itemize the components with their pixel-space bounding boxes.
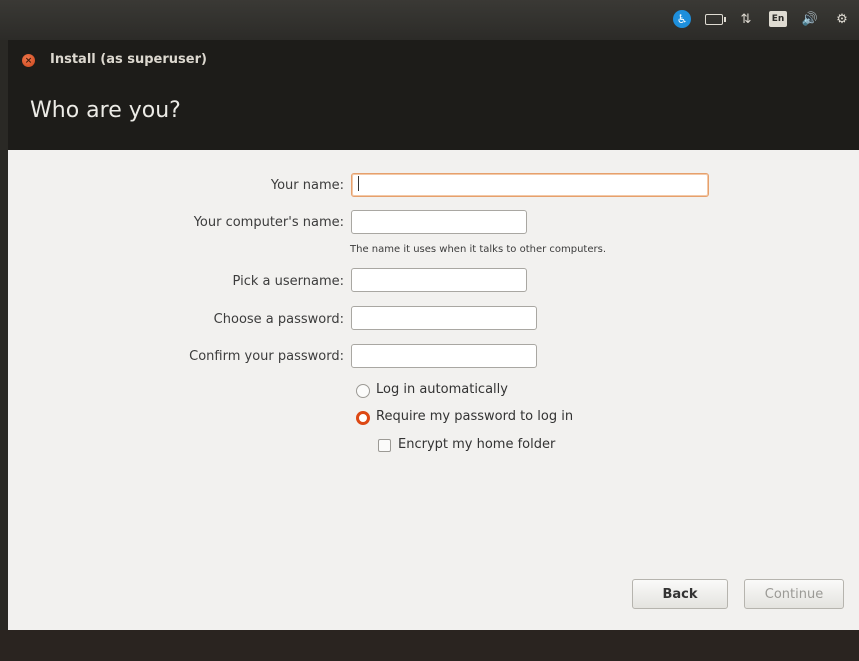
computer-name-hint: The name it uses when it talks to other … bbox=[350, 244, 607, 255]
require-password-radio[interactable] bbox=[356, 411, 370, 425]
close-icon[interactable]: × bbox=[22, 54, 35, 67]
battery-icon[interactable] bbox=[705, 10, 726, 28]
desktop-background-bottom bbox=[0, 630, 859, 661]
settings-gear-icon[interactable]: ⚙ bbox=[833, 10, 851, 28]
accessibility-icon[interactable]: ♿ bbox=[673, 10, 691, 28]
back-button[interactable]: Back bbox=[632, 579, 728, 609]
computer-name-label: Your computer's name: bbox=[193, 215, 344, 230]
volume-icon[interactable]: 🔊 bbox=[801, 10, 819, 28]
computer-name-input[interactable] bbox=[351, 210, 527, 234]
encrypt-home-label[interactable]: Encrypt my home folder bbox=[398, 437, 555, 452]
desktop-background-left bbox=[0, 40, 8, 630]
window-title: Install (as superuser) bbox=[50, 52, 207, 67]
encrypt-home-checkbox[interactable] bbox=[378, 439, 391, 452]
confirm-password-input[interactable] bbox=[351, 344, 537, 368]
page-title: Who are you? bbox=[30, 98, 181, 123]
system-tray: ♿ ⇅ En 🔊 ⚙ bbox=[673, 10, 859, 28]
installer-content: Your name: Your computer's name: The nam… bbox=[8, 150, 859, 630]
keyboard-layout-icon[interactable]: En bbox=[769, 11, 787, 27]
password-label: Choose a password: bbox=[213, 312, 344, 327]
network-icon[interactable]: ⇅ bbox=[737, 10, 755, 28]
text-cursor bbox=[358, 176, 359, 191]
require-password-label[interactable]: Require my password to log in bbox=[376, 409, 573, 424]
password-input[interactable] bbox=[351, 306, 537, 330]
your-name-label: Your name: bbox=[270, 178, 344, 193]
top-panel: ♿ ⇅ En 🔊 ⚙ bbox=[0, 0, 859, 40]
continue-button[interactable]: Continue bbox=[744, 579, 844, 609]
username-label: Pick a username: bbox=[232, 274, 344, 289]
username-input[interactable] bbox=[351, 268, 527, 292]
your-name-input[interactable] bbox=[351, 173, 709, 197]
login-automatic-radio[interactable] bbox=[356, 384, 370, 398]
login-automatic-label[interactable]: Log in automatically bbox=[376, 382, 508, 397]
window-header: × Install (as superuser) Who are you? bbox=[8, 40, 859, 150]
confirm-password-label: Confirm your password: bbox=[189, 349, 344, 364]
